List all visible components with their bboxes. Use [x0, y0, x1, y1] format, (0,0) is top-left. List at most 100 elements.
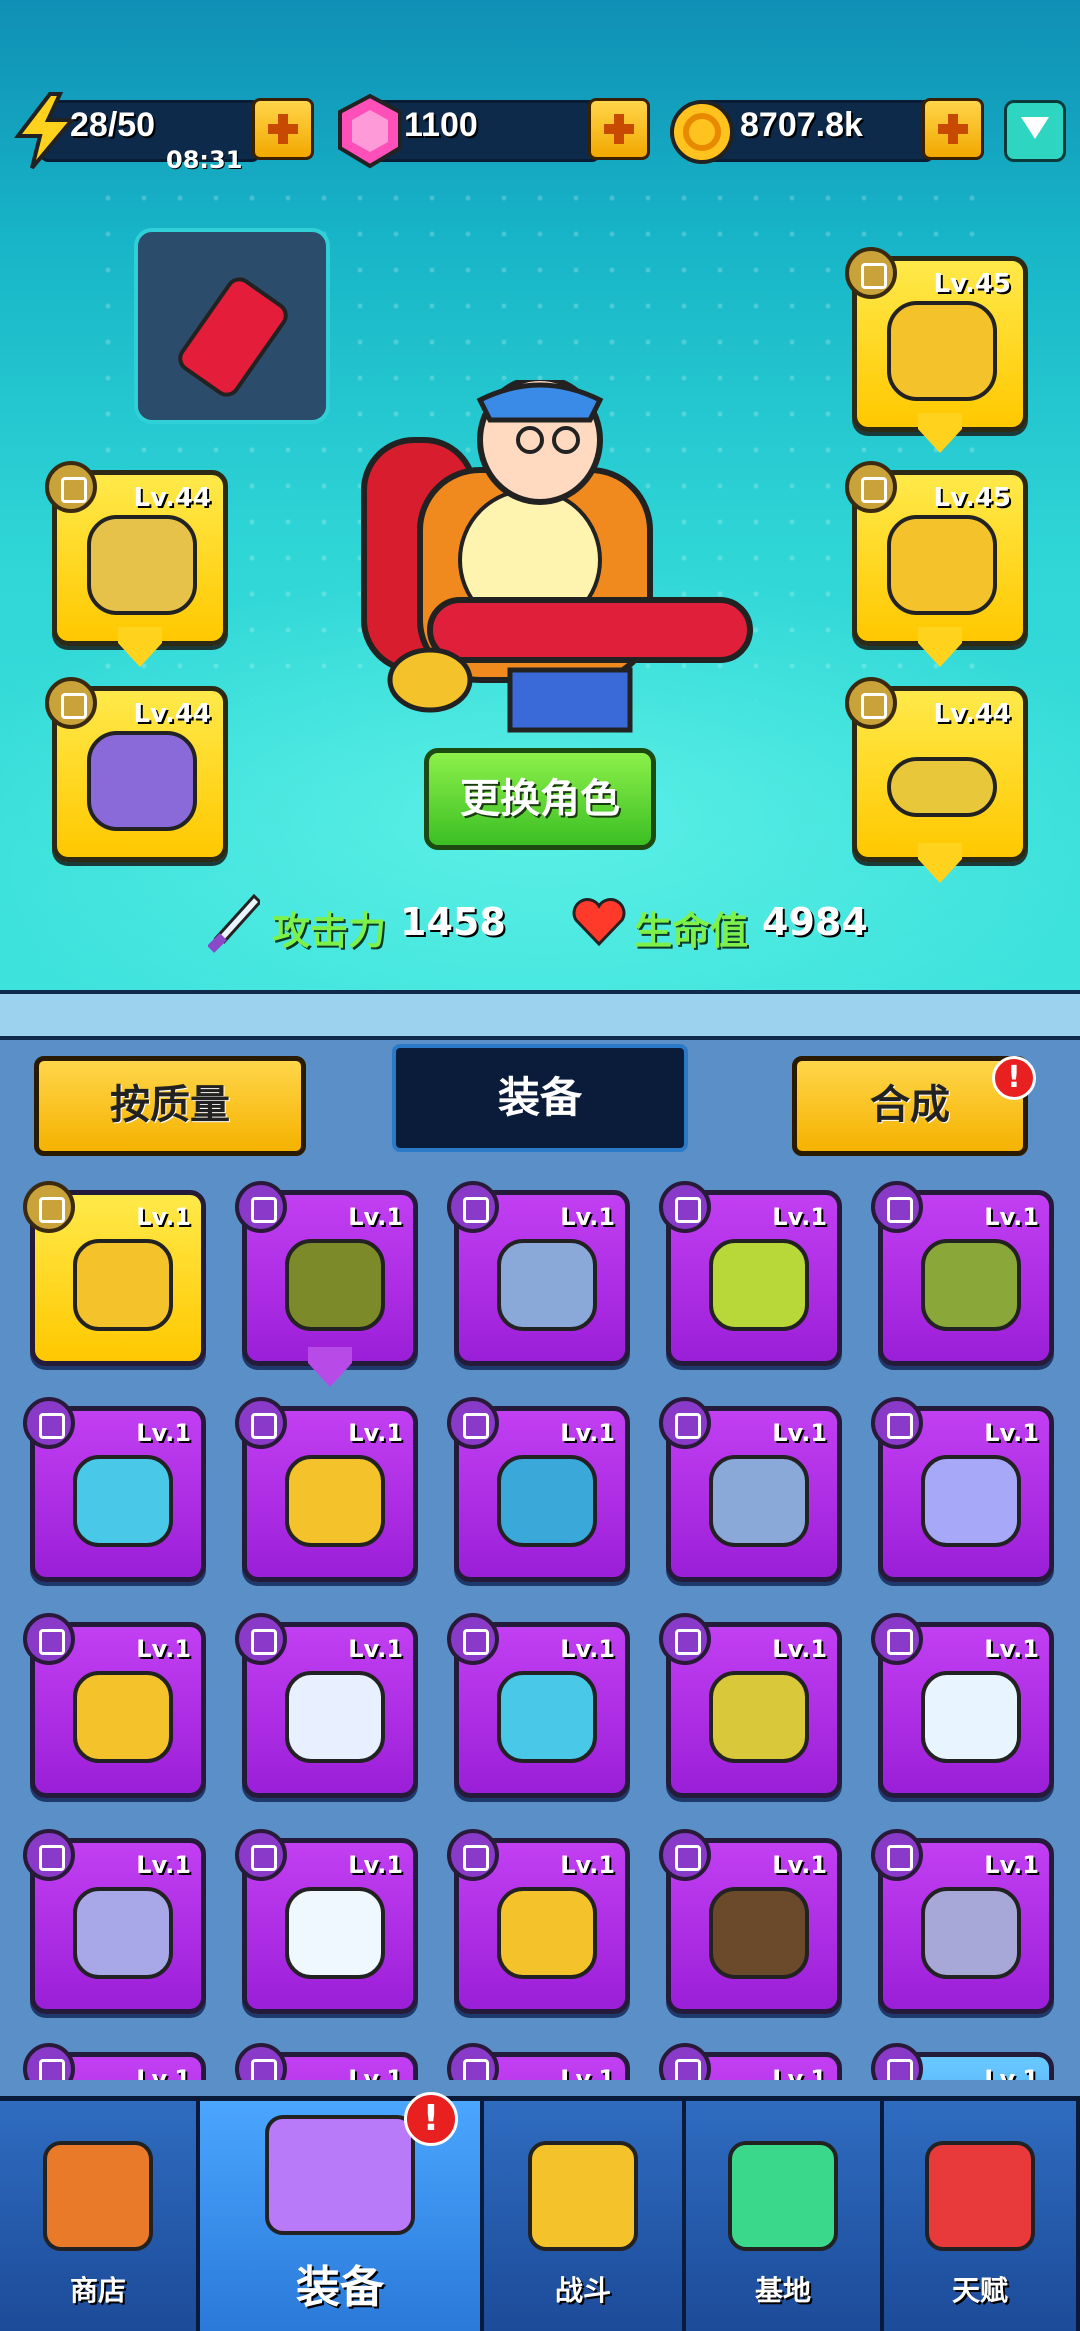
- shop-icon: [43, 2141, 153, 2251]
- swords-icon: [528, 2141, 638, 2251]
- level-label: Lv.45: [933, 483, 1011, 513]
- sandals-icon: [659, 1613, 711, 1665]
- shorts-icon: [871, 2043, 923, 2080]
- change-character-button[interactable]: 更换角色: [424, 748, 656, 850]
- nav-item-swords[interactable]: 战斗: [484, 2101, 686, 2331]
- level-label: Lv.44: [133, 483, 211, 513]
- inventory-item-pants[interactable]: Lv.1: [235, 2043, 418, 2080]
- add-gems-button[interactable]: [588, 98, 650, 160]
- inventory-item-boot[interactable]: Lv.1: [871, 1181, 1054, 1366]
- inventory-item-shoe[interactable]: Lv.1: [23, 1829, 206, 2014]
- shop-shortcut-icon[interactable]: [1004, 100, 1066, 162]
- inventory-item-shorts[interactable]: Lv.1: [235, 1829, 418, 2014]
- inventory-item-necklace[interactable]: Lv.1: [23, 1397, 206, 1582]
- inventory-grid: Lv.1 Lv.1 Lv.1 Lv.1 Lv.1 Lv.1 Lv.1 Lv.1 Lv.1 Lv.1…: [0, 1180, 1080, 2080]
- glove-item-icon: [285, 1239, 385, 1331]
- heart-shield-icon: [925, 2141, 1035, 2251]
- inventory-item-pants[interactable]: Lv.1: [447, 1181, 630, 1366]
- add-energy-button[interactable]: [252, 98, 314, 160]
- inventory-item-glove[interactable]: Lv.1: [871, 1397, 1054, 1582]
- level-label: Lv.1: [348, 2065, 403, 2080]
- boot-item-icon: [921, 1239, 1021, 1331]
- gun-icon: [265, 2115, 415, 2235]
- inventory-item-sandals[interactable]: Lv.1: [659, 1613, 842, 1798]
- shoe-icon: [23, 1829, 75, 1881]
- level-label: Lv.1: [984, 1203, 1039, 1231]
- level-label: Lv.1: [136, 1851, 191, 1879]
- level-label: Lv.1: [348, 1851, 403, 1879]
- level-label: Lv.44: [933, 699, 1011, 729]
- equip-slot-glove[interactable]: Lv.44: [45, 677, 228, 862]
- inventory-item-hat[interactable]: Lv.1: [23, 2043, 206, 2080]
- glove-item-icon: [73, 1239, 173, 1331]
- inventory-item-necklace[interactable]: Lv.1: [447, 2043, 630, 2080]
- inventory-item-armor[interactable]: Lv.1: [871, 1829, 1054, 2014]
- sort-by-quality-button[interactable]: 按质量: [34, 1056, 306, 1156]
- sandals-item-icon: [709, 1671, 809, 1763]
- level-label: Lv.1: [772, 1419, 827, 1447]
- inventory-item-necklace[interactable]: Lv.1: [447, 1397, 630, 1582]
- sandals-item-icon: [887, 757, 997, 817]
- inventory-item-glove[interactable]: Lv.1: [23, 1181, 206, 1366]
- level-label: Lv.1: [984, 1635, 1039, 1663]
- hp-value: 4984: [762, 900, 868, 944]
- nav-label: 战斗: [554, 2274, 611, 2307]
- hp-label: 生命值: [634, 909, 749, 953]
- scarf-icon: [45, 461, 97, 513]
- equipment-alert-badge: !: [404, 2092, 458, 2146]
- consumable-slot[interactable]: [134, 228, 330, 424]
- glove-item-icon: [921, 1455, 1021, 1547]
- inventory-item-tank-top[interactable]: Lv.1: [871, 1613, 1054, 1798]
- inventory-item-glove[interactable]: Lv.1: [235, 1181, 418, 1387]
- necklace-icon: [447, 1397, 499, 1449]
- level-label: Lv.1: [560, 1851, 615, 1879]
- glove-item-icon: [87, 731, 197, 831]
- inventory-item-shorts[interactable]: Lv.1: [871, 2043, 1054, 2080]
- inventory-item-necklace[interactable]: Lv.1: [659, 1829, 842, 2014]
- inventory-item-glove[interactable]: Lv.1: [235, 1397, 418, 1582]
- level-label: Lv.1: [984, 2065, 1039, 2080]
- energy-value: 28/50: [70, 106, 156, 144]
- inventory-item-pants[interactable]: Lv.1: [659, 2043, 842, 2080]
- nav-item-shop[interactable]: 商店: [0, 2101, 200, 2331]
- level-label: Lv.1: [136, 2065, 191, 2080]
- nav-item-building[interactable]: 基地: [686, 2101, 884, 2331]
- level-label: Lv.1: [560, 2065, 615, 2080]
- inventory-item-glove[interactable]: Lv.1: [447, 1829, 630, 2014]
- glove-icon: [235, 1397, 287, 1449]
- glove-item-icon: [497, 1887, 597, 1979]
- level-label: Lv.1: [348, 1419, 403, 1447]
- inventory-item-shirt[interactable]: Lv.1: [23, 1613, 206, 1798]
- merge-alert-badge: !: [992, 1056, 1036, 1100]
- level-label: Lv.1: [348, 1635, 403, 1663]
- shorts-item-icon: [887, 515, 997, 615]
- shorts-icon: [659, 1181, 711, 1233]
- glove-icon: [23, 1181, 75, 1233]
- level-label: Lv.1: [984, 1851, 1039, 1879]
- pants-icon: [659, 2043, 711, 2080]
- inventory-item-pants[interactable]: Lv.1: [659, 1397, 842, 1582]
- bottom-nav: 商店 装备 战斗 基地 天赋: [0, 2096, 1080, 2331]
- equip-slot-shorts[interactable]: Lv.45: [845, 461, 1028, 667]
- equip-slot-sandals[interactable]: Lv.44: [845, 677, 1028, 883]
- level-label: Lv.1: [984, 1419, 1039, 1447]
- shirt-icon: [845, 247, 897, 299]
- attack-value: 1458: [400, 900, 506, 944]
- equip-slot-shirt[interactable]: Lv.45: [845, 247, 1028, 453]
- necklace-icon: [447, 1613, 499, 1665]
- nav-item-heart-shield[interactable]: 天赋: [884, 2101, 1080, 2331]
- level-label: Lv.1: [772, 2065, 827, 2080]
- shirt-item-icon: [73, 1671, 173, 1763]
- inventory-item-necklace[interactable]: Lv.1: [447, 1613, 630, 1798]
- equip-slot-scarf[interactable]: Lv.44: [45, 461, 228, 667]
- heart-icon: [572, 898, 626, 947]
- glove-icon: [235, 1181, 287, 1233]
- inventory-item-sock[interactable]: Lv.1: [235, 1613, 418, 1798]
- tab-equipment[interactable]: 装备: [392, 1044, 688, 1152]
- add-coins-button[interactable]: [922, 98, 984, 160]
- inventory-item-shorts[interactable]: Lv.1: [659, 1181, 842, 1366]
- sock-icon: [235, 1613, 287, 1665]
- level-label: Lv.45: [933, 269, 1011, 299]
- necklace-item-icon: [497, 1455, 597, 1547]
- coins-value: 8707.8k: [740, 106, 863, 144]
